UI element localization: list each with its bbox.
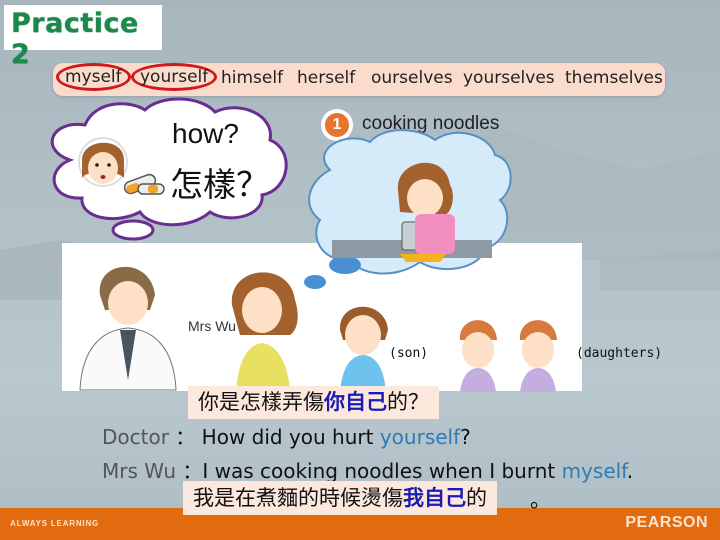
translation-text: 的？ (387, 390, 429, 414)
flame-icon (400, 254, 446, 262)
translation-text: 的 (466, 486, 487, 510)
dialog-line-mrs-wu: Mrs Wu ：I was cooking noodles when I bur… (102, 455, 633, 484)
daughter-figure (519, 320, 557, 392)
son-label: (son) (389, 346, 429, 361)
translation-highlight: 我自己 (403, 486, 466, 510)
answer-yourself[interactable]: yourself (380, 425, 460, 449)
mrs-wu-label: Mrs Wu (188, 318, 236, 334)
daughters-label: (daughters) (576, 346, 663, 361)
separator: ： (168, 425, 196, 449)
dialog-text: I was cooking noodles when I burnt (202, 459, 562, 483)
translation-text: 我是在煮麵的時候燙傷 (193, 486, 403, 510)
dialog-punct: ? (460, 425, 471, 449)
footer-tagline: ALWAYS LEARNING (10, 519, 100, 528)
pearson-logo: PEARSON (625, 514, 708, 531)
scene-illustration (79, 129, 557, 392)
mrs-wu-figure (231, 272, 298, 392)
speaker-doctor: Doctor (102, 425, 169, 449)
translation-line1-zh: 你是怎樣弄傷你自己的？ (188, 386, 439, 419)
answer-myself[interactable]: myself (562, 459, 627, 483)
thought-dot (329, 256, 361, 274)
speaker-mrs-wu: Mrs Wu (102, 459, 176, 483)
translation-highlight: 你自己 (324, 390, 387, 414)
dialog-punct: . (626, 459, 634, 483)
doctor-figure (79, 266, 177, 391)
dialog-line-doctor: Doctor ： How did you hurt yourself? (102, 421, 471, 450)
thought-dot (304, 275, 326, 289)
son-figure (339, 306, 388, 392)
translation-text: 你是怎樣弄傷 (198, 390, 324, 414)
translation-end-punct: 。 (530, 489, 551, 512)
dialog-text: How did you hurt (201, 425, 380, 449)
daughter-figure (459, 320, 497, 392)
translation-line2-zh: 我是在煮麵的時候燙傷我自己的 (183, 481, 497, 515)
separator: ： (182, 459, 203, 483)
